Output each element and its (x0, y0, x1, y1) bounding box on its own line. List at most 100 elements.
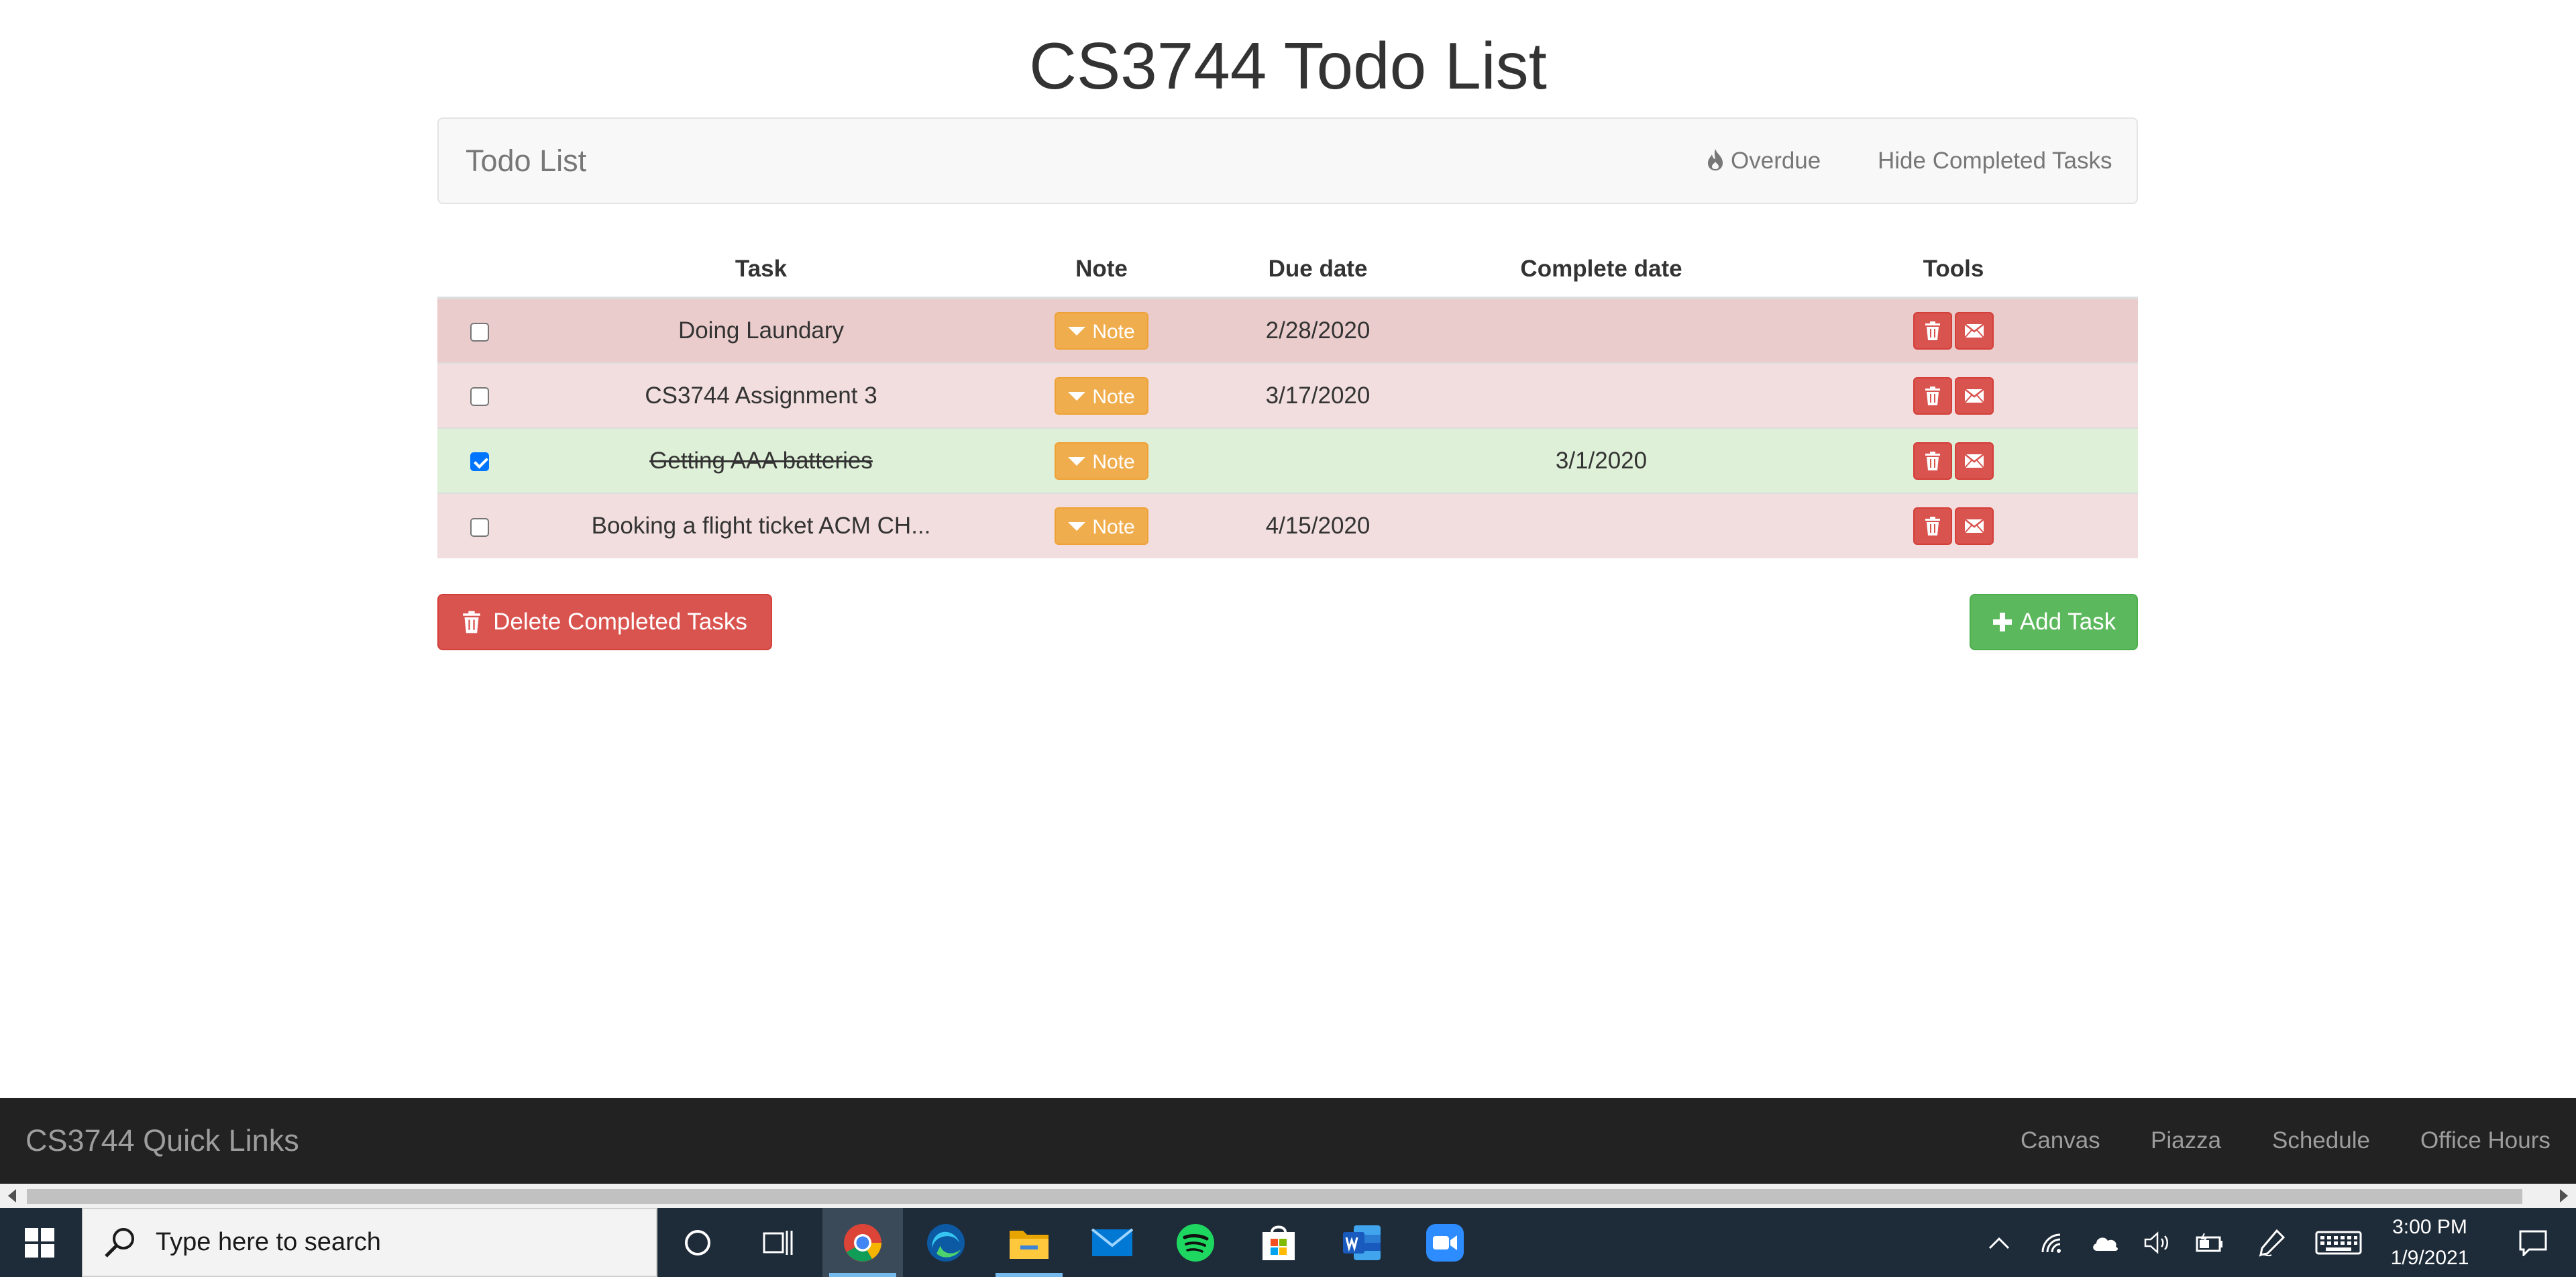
header-due-date[interactable]: Due date (1202, 242, 1434, 299)
footer-link-piazza[interactable]: Piazza (2151, 1098, 2221, 1184)
clock-date: 1/9/2021 (2390, 1246, 2469, 1269)
note-button[interactable]: Note (1055, 376, 1148, 415)
delete-completed-tasks-button[interactable]: Delete Completed Tasks (437, 594, 772, 650)
edge-icon (927, 1223, 965, 1262)
tray-network[interactable] (2026, 1208, 2080, 1277)
task-name: Booking a flight ticket ACM CH... (521, 493, 1001, 558)
start-button[interactable] (0, 1208, 79, 1277)
wifi-icon (2041, 1233, 2061, 1253)
search-icon (105, 1228, 134, 1258)
delete-task-button[interactable] (1913, 312, 1952, 350)
task-view-button[interactable] (738, 1208, 818, 1277)
due-date: 4/15/2020 (1202, 493, 1434, 558)
trash-icon (463, 611, 480, 633)
trash-icon (1925, 321, 1940, 340)
spotify-icon (1177, 1223, 1214, 1262)
chrome-icon (844, 1223, 881, 1262)
email-task-button[interactable] (1955, 312, 1994, 350)
pen-icon (2259, 1229, 2286, 1257)
zoom-icon (1426, 1223, 1464, 1262)
tool-group (1913, 312, 1994, 350)
email-task-button[interactable] (1955, 442, 1994, 480)
taskbar-word[interactable] (1322, 1208, 1402, 1277)
caret-down-icon (1068, 522, 1086, 531)
tool-group (1913, 507, 1994, 545)
scroll-right-arrow[interactable] (2560, 1189, 2568, 1203)
complete-date: 3/1/2020 (1434, 427, 1769, 493)
task-checkbox[interactable] (470, 322, 489, 342)
email-task-button[interactable] (1955, 376, 1994, 415)
taskbar-edge[interactable] (906, 1208, 986, 1277)
notification-icon (2519, 1230, 2547, 1256)
footer-link-schedule[interactable]: Schedule (2272, 1098, 2370, 1184)
tool-group (1913, 442, 1994, 480)
header-checkbox (437, 242, 521, 299)
tray-volume[interactable] (2131, 1208, 2184, 1277)
table-row: Doing Laundary Note 2/28/2020 (437, 297, 2138, 363)
action-center-button[interactable] (2493, 1208, 2573, 1277)
trash-icon (1925, 386, 1940, 405)
file-explorer-icon (1010, 1230, 1049, 1259)
todo-table: Task Note Due date Complete date Tools D… (437, 242, 2138, 558)
delete-task-button[interactable] (1913, 442, 1952, 480)
complete-date (1434, 362, 1769, 428)
caret-down-icon (1068, 327, 1086, 336)
delete-completed-label: Delete Completed Tasks (493, 609, 747, 635)
email-task-button[interactable] (1955, 507, 1994, 545)
header-tools: Tools (1769, 242, 2138, 299)
search-placeholder: Type here to search (156, 1228, 381, 1256)
scrollbar-thumb[interactable] (27, 1189, 2522, 1204)
taskbar-search-box[interactable]: Type here to search (82, 1208, 657, 1277)
delete-task-button[interactable] (1913, 507, 1952, 545)
mail-icon (1091, 1227, 1134, 1256)
taskbar-zoom[interactable] (1405, 1208, 1485, 1277)
envelope-icon (1964, 519, 1984, 533)
table-header-row: Task Note Due date Complete date Tools (437, 242, 2138, 299)
hide-completed-link[interactable]: Hide Completed Tasks (1878, 119, 2112, 203)
tray-overflow-button[interactable] (1972, 1208, 2026, 1277)
due-date: 2/28/2020 (1202, 297, 1434, 363)
note-button[interactable]: Note (1055, 312, 1148, 350)
note-label: Note (1092, 385, 1135, 408)
tray-onedrive[interactable] (2078, 1208, 2132, 1277)
taskbar-file-explorer[interactable] (989, 1208, 1069, 1277)
footer-link-canvas[interactable]: Canvas (2021, 1098, 2100, 1184)
taskbar-mail[interactable] (1072, 1208, 1152, 1277)
plus-icon (1992, 613, 2012, 631)
fire-icon (1708, 149, 1723, 170)
task-checkbox[interactable] (470, 387, 489, 407)
note-button[interactable]: Note (1055, 442, 1148, 480)
caret-down-icon (1068, 391, 1086, 401)
task-name: CS3744 Assignment 3 (521, 362, 1001, 428)
table-row: Getting AAA batteries Note 3/1/2020 (437, 427, 2138, 493)
overdue-filter-link[interactable]: Overdue (1707, 119, 1821, 203)
todo-navbar: Todo List Overdue Hide Completed Tasks (437, 117, 2138, 204)
battery-icon (2196, 1233, 2222, 1252)
footer-brand[interactable]: CS3744 Quick Links (25, 1098, 299, 1184)
note-button[interactable]: Note (1055, 507, 1148, 545)
taskbar-store[interactable] (1238, 1208, 1319, 1277)
task-checkbox[interactable] (470, 452, 489, 472)
taskbar-chrome[interactable] (822, 1208, 903, 1277)
scroll-left-arrow[interactable] (8, 1189, 16, 1203)
navbar-brand[interactable]: Todo List (466, 119, 586, 203)
header-complete-date[interactable]: Complete date (1434, 242, 1769, 299)
envelope-icon (1964, 388, 1984, 403)
footer-link-office-hours[interactable]: Office Hours (2420, 1098, 2551, 1184)
page-title: CS3744 Todo List (1029, 29, 1547, 103)
table-row: Booking a flight ticket ACM CH... Note 4… (437, 493, 2138, 558)
cortana-button[interactable] (657, 1208, 738, 1277)
tray-pen[interactable] (2245, 1208, 2298, 1277)
add-task-button[interactable]: Add Task (1970, 594, 2138, 650)
horizontal-scrollbar[interactable] (0, 1184, 2576, 1208)
taskbar-spotify[interactable] (1155, 1208, 1236, 1277)
delete-task-button[interactable] (1913, 376, 1952, 415)
header-task[interactable]: Task (521, 242, 1001, 299)
task-name: Getting AAA batteries (521, 427, 1001, 493)
envelope-icon (1964, 453, 1984, 468)
clock-time: 3:00 PM (2392, 1215, 2467, 1238)
taskbar-clock[interactable]: 3:00 PM 1/9/2021 (2356, 1208, 2504, 1277)
tray-battery[interactable] (2183, 1208, 2237, 1277)
windows-logo-icon (25, 1227, 54, 1258)
task-checkbox[interactable] (470, 517, 489, 537)
